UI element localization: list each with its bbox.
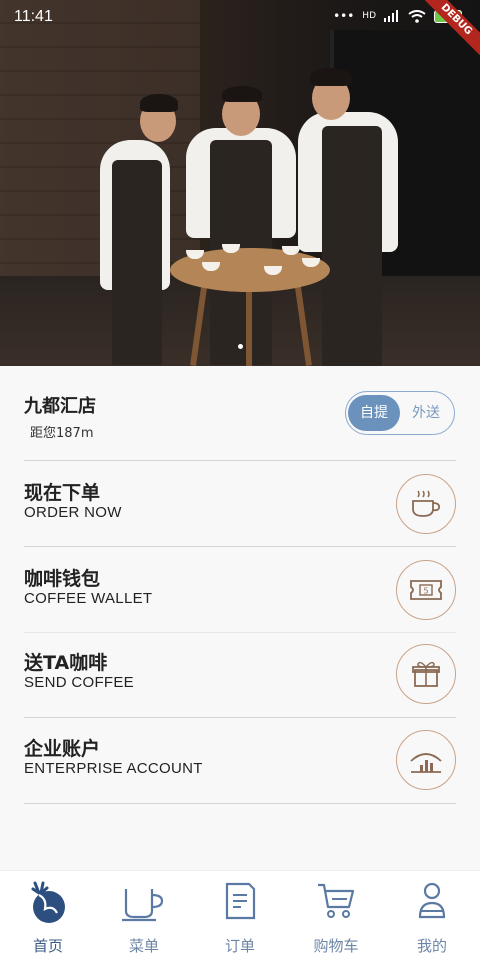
enterprise-account-button[interactable]: [396, 730, 456, 790]
divider: [24, 803, 456, 804]
deer-logo-icon: [31, 881, 65, 923]
tab-home-label: 首页: [32, 937, 63, 955]
divider: [24, 546, 456, 547]
tab-orders[interactable]: 订单: [192, 871, 288, 960]
divider: [24, 460, 456, 461]
send-coffee-subtitle: SEND COFFEE: [24, 674, 134, 691]
wifi-icon: [408, 9, 426, 23]
cart-icon: [318, 883, 355, 918]
ticket-icon: 5: [410, 580, 442, 600]
cup-icon: [122, 889, 164, 922]
tab-menu[interactable]: 菜单: [96, 871, 192, 960]
order-now-button[interactable]: [396, 474, 456, 534]
coffee-wallet-subtitle: COFFEE WALLET: [24, 590, 153, 607]
send-coffee-button[interactable]: [396, 644, 456, 704]
carousel-dots: [0, 344, 480, 349]
order-now-title: 现在下单: [24, 482, 101, 504]
send-coffee-title: 送TA咖啡: [24, 652, 108, 674]
order-now-subtitle: ORDER NOW: [24, 504, 122, 521]
delivery-option[interactable]: 外送: [400, 395, 452, 431]
main-content: 九都汇店 距您187m 自提 外送 现在下单 ORDER NOW 咖啡钱包 CO…: [0, 366, 480, 870]
tab-profile[interactable]: 我的: [384, 871, 480, 960]
enterprise-account-title: 企业账户: [24, 738, 101, 760]
coffee-wallet-row[interactable]: 咖啡钱包 COFFEE WALLET 5: [24, 548, 456, 632]
tab-profile-label: 我的: [416, 937, 447, 955]
store-name: 九都汇店: [24, 396, 96, 417]
enterprise-account-subtitle: ENTERPRISE ACCOUNT: [24, 760, 203, 777]
pickup-option[interactable]: 自提: [348, 395, 400, 431]
enterprise-account-row[interactable]: 企业账户 ENTERPRISE ACCOUNT: [24, 718, 456, 802]
gift-icon: [412, 661, 440, 687]
svg-text:5: 5: [423, 587, 428, 596]
tab-menu-label: 菜单: [128, 937, 159, 955]
tab-cart[interactable]: 购物车: [288, 871, 384, 960]
status-bar: 11:41 ••• HD 96 DEBUG: [0, 0, 480, 62]
store-distance: 距您187m: [30, 426, 94, 441]
send-coffee-row[interactable]: 送TA咖啡 SEND COFFEE: [24, 632, 456, 716]
signal-dots-icon: •••: [333, 9, 355, 23]
store-info[interactable]: 九都汇店 距您187m: [24, 392, 96, 441]
tab-home[interactable]: 首页: [0, 871, 96, 960]
status-time: 11:41: [14, 8, 53, 25]
signal-bars-icon: [384, 10, 398, 22]
coffee-wallet-button[interactable]: 5: [396, 560, 456, 620]
order-list-icon: [225, 882, 256, 920]
bottom-tab-bar: 首页 菜单 订单 购物车 我的: [0, 870, 480, 960]
coffee-cup-icon: [412, 490, 441, 517]
enterprise-chart-icon: [410, 753, 442, 773]
user-icon: [418, 882, 446, 919]
pickup-delivery-toggle[interactable]: 自提 外送: [345, 391, 455, 435]
tab-orders-label: 订单: [224, 937, 255, 955]
network-label: HD: [362, 11, 376, 21]
coffee-wallet-title: 咖啡钱包: [24, 568, 101, 590]
hero-banner[interactable]: 11:41 ••• HD 96 DEBUG: [0, 0, 480, 366]
order-now-row[interactable]: 现在下单 ORDER NOW: [24, 462, 456, 546]
carousel-dot-active: [237, 344, 243, 349]
tab-cart-label: 购物车: [313, 937, 359, 955]
